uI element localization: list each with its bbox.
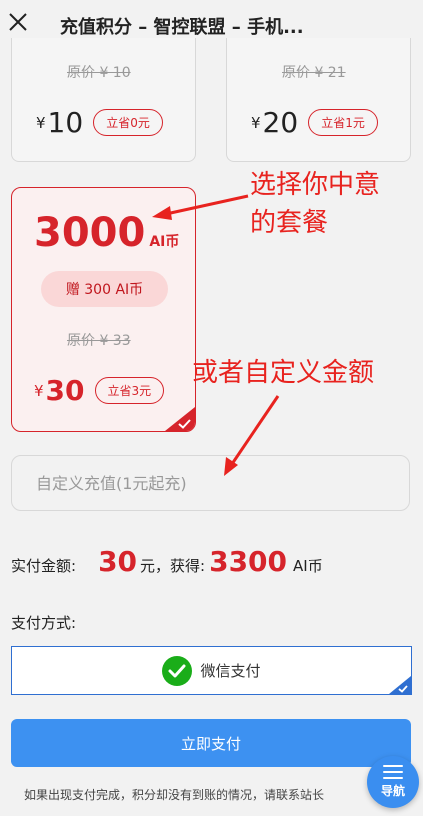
original-price: 原价 ¥ 10 — [67, 65, 131, 81]
selected-check-icon — [165, 407, 195, 431]
wechat-icon — [162, 655, 193, 686]
price-row: ¥ 30 立省3元 — [34, 374, 165, 407]
page-title: 充值积分 – 智控联盟 – 手机... — [60, 17, 304, 38]
wechat-pay-label: 微信支付 — [200, 662, 261, 680]
coins-unit: AI币 — [149, 234, 180, 250]
pay-amount-label: 实付金额: — [11, 557, 77, 575]
coins-amount: 3000 AI币 — [34, 210, 179, 256]
annotation-line-1: 选择你中意 — [250, 170, 381, 200]
package-price: 30 — [45, 374, 85, 407]
wechat-pay-option[interactable]: 微信支付 — [11, 646, 412, 695]
package-price: 20 — [262, 106, 299, 139]
selected-check-icon — [389, 676, 411, 694]
original-price: 原价 ¥ 33 — [67, 333, 131, 349]
price-row: ¥ 10 立省0元 — [36, 106, 163, 139]
pay-amount-value: 30 — [98, 545, 138, 578]
menu-icon — [383, 765, 403, 779]
save-badge: 立省0元 — [93, 109, 163, 136]
annotation-line-3: 或者自定义金额 — [192, 358, 375, 388]
pay-now-button[interactable]: 立即支付 — [11, 719, 411, 767]
nav-button[interactable]: 导航 — [367, 756, 419, 808]
footer-note: 如果出现支付完成，积分却没有到账的情况，请联系站长 — [24, 788, 325, 802]
yen-symbol: ¥ — [36, 113, 46, 132]
package-price: 10 — [47, 106, 84, 139]
yen-symbol: ¥ — [34, 381, 44, 400]
bonus-badge: 赠 300 AI币 — [41, 271, 168, 307]
payment-summary: 实付金额: 30 元，获得: 3300 AI币 — [11, 545, 323, 578]
yen-symbol: ¥ — [251, 113, 261, 132]
nav-label: 导航 — [380, 784, 405, 798]
save-badge: 立省3元 — [94, 377, 165, 404]
custom-amount-input[interactable] — [11, 455, 410, 511]
coins-received-value: 3300 — [209, 545, 288, 578]
save-badge: 立省1元 — [308, 109, 378, 136]
price-row: ¥ 20 立省1元 — [251, 106, 378, 139]
package-card-10[interactable]: 原价 ¥ 10 ¥ 10 立省0元 — [11, 38, 196, 162]
package-card-20[interactable]: 原价 ¥ 21 ¥ 20 立省1元 — [226, 38, 411, 162]
annotation-line-2: 的套餐 — [250, 208, 329, 238]
original-price: 原价 ¥ 21 — [282, 65, 346, 81]
payment-method-label: 支付方式: — [11, 614, 77, 632]
coins-number: 3000 — [34, 210, 146, 256]
pay-amount-suffix: 元，获得: — [140, 557, 206, 575]
coins-received-unit: AI币 — [293, 557, 323, 575]
close-icon[interactable] — [6, 10, 30, 34]
package-card-30-selected[interactable]: 3000 AI币 赠 300 AI币 原价 ¥ 33 ¥ 30 立省3元 — [11, 187, 196, 432]
